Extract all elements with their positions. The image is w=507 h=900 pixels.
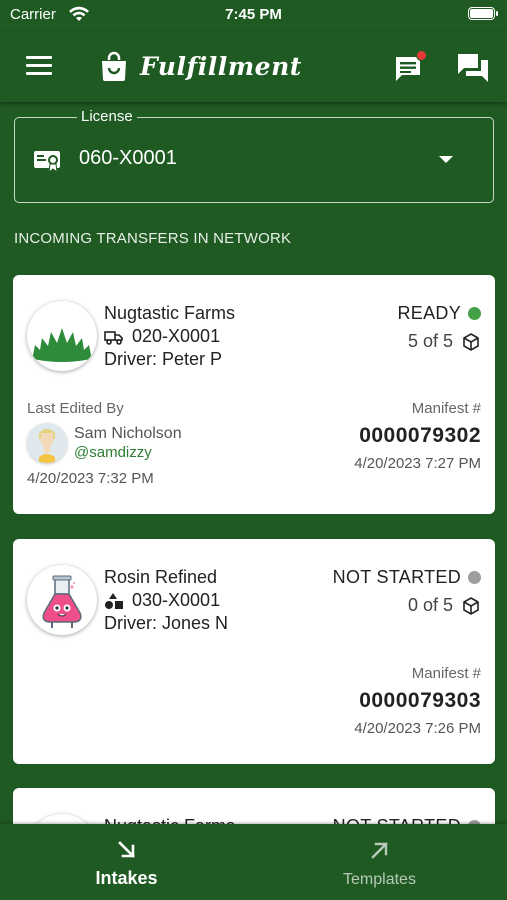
vendor-name: Nugtastic Farms	[104, 303, 236, 323]
manifest-date: 4/20/2023 7:26 PM	[354, 720, 481, 737]
editor-name: Sam Nicholson	[74, 425, 182, 442]
vendor-name: Rosin Refined	[104, 567, 218, 587]
app-brand: Fulfillment	[100, 48, 302, 84]
tab-intakes[interactable]: Intakes	[0, 824, 253, 900]
menu-button[interactable]	[26, 56, 52, 76]
notification-badge	[416, 50, 427, 61]
package-icon	[463, 597, 479, 615]
status-dot	[468, 307, 481, 320]
plant-logo-icon	[33, 328, 91, 362]
flask-mascot-icon	[42, 575, 82, 628]
manifest-number: 0000079302	[359, 424, 481, 447]
editor-handle[interactable]: @samdizzy	[74, 444, 152, 461]
manifest-date: 4/20/2023 7:27 PM	[354, 455, 481, 472]
arrow-up-right-icon	[371, 842, 388, 859]
manifest-label: Manifest #	[411, 665, 481, 682]
shapes-icon	[105, 592, 123, 609]
menu-icon-bar	[26, 64, 52, 67]
status-bar: Carrier 7:45 PM	[0, 0, 507, 32]
manifest-number: 0000079303	[359, 689, 481, 712]
vendor-logo	[27, 814, 97, 824]
app-bar: Fulfillment	[0, 32, 507, 102]
chat-icon	[458, 54, 488, 82]
plant-logo-icon	[27, 814, 97, 824]
manifest-label: Manifest #	[411, 400, 481, 417]
edited-date: 4/20/2023 7:32 PM	[27, 470, 154, 487]
transfer-card[interactable]: Nugtastic Farms NOT STARTED	[13, 788, 495, 824]
clock-time: 7:45 PM	[225, 6, 282, 23]
status-text: NOT STARTED	[333, 816, 461, 824]
transfer-card[interactable]: Rosin Refined 030-X0001 Driver: Jones N …	[13, 539, 495, 764]
content-area: License 060-X0001 INCOMING TRANSFERS IN …	[0, 102, 507, 824]
editor-avatar	[27, 423, 67, 463]
app-title: Fulfillment	[140, 51, 302, 81]
bottom-tab-bar: Intakes Templates	[0, 824, 507, 900]
driver-name: Driver: Peter P	[104, 349, 223, 369]
vendor-logo	[27, 301, 97, 371]
caret-down-icon	[439, 156, 453, 163]
menu-icon-bar	[26, 72, 52, 75]
vendor-license: 030-X0001	[104, 590, 220, 611]
arrow-down-right-icon	[118, 841, 135, 858]
status-text: NOT STARTED	[332, 567, 461, 587]
tab-templates[interactable]: Templates	[253, 824, 506, 900]
section-header: INCOMING TRANSFERS IN NETWORK	[14, 230, 292, 247]
user-avatar-image	[27, 423, 67, 463]
license-selector[interactable]: License 060-X0001	[14, 108, 494, 203]
tab-label: Templates	[343, 871, 416, 888]
license-badge-icon	[34, 151, 60, 173]
driver-name: Driver: Jones N	[104, 613, 229, 633]
last-edited-label: Last Edited By	[27, 400, 124, 417]
status-text: READY	[397, 303, 461, 323]
package-icon	[463, 333, 479, 351]
shopping-bag-icon	[102, 51, 126, 81]
license-value: 060-X0001	[79, 147, 177, 169]
package-count: 0 of 5	[407, 595, 453, 615]
vendor-logo	[27, 565, 97, 635]
transfer-card[interactable]: Nugtastic Farms 020-X0001 Driver: Peter …	[13, 275, 495, 514]
package-count: 5 of 5	[407, 331, 453, 351]
menu-icon-bar	[26, 56, 52, 59]
notifications-button[interactable]	[393, 50, 429, 84]
status-dot	[468, 571, 481, 584]
tab-label: Intakes	[95, 868, 158, 888]
license-field-label: License	[77, 108, 137, 125]
vendor-name: Nugtastic Farms	[104, 816, 235, 824]
license-number: 030-X0001	[132, 590, 221, 610]
vendor-license: 020-X0001	[104, 326, 220, 347]
battery-icon	[468, 7, 498, 20]
chat-button[interactable]	[456, 50, 492, 84]
truck-icon	[104, 330, 123, 345]
license-number: 020-X0001	[132, 326, 221, 346]
